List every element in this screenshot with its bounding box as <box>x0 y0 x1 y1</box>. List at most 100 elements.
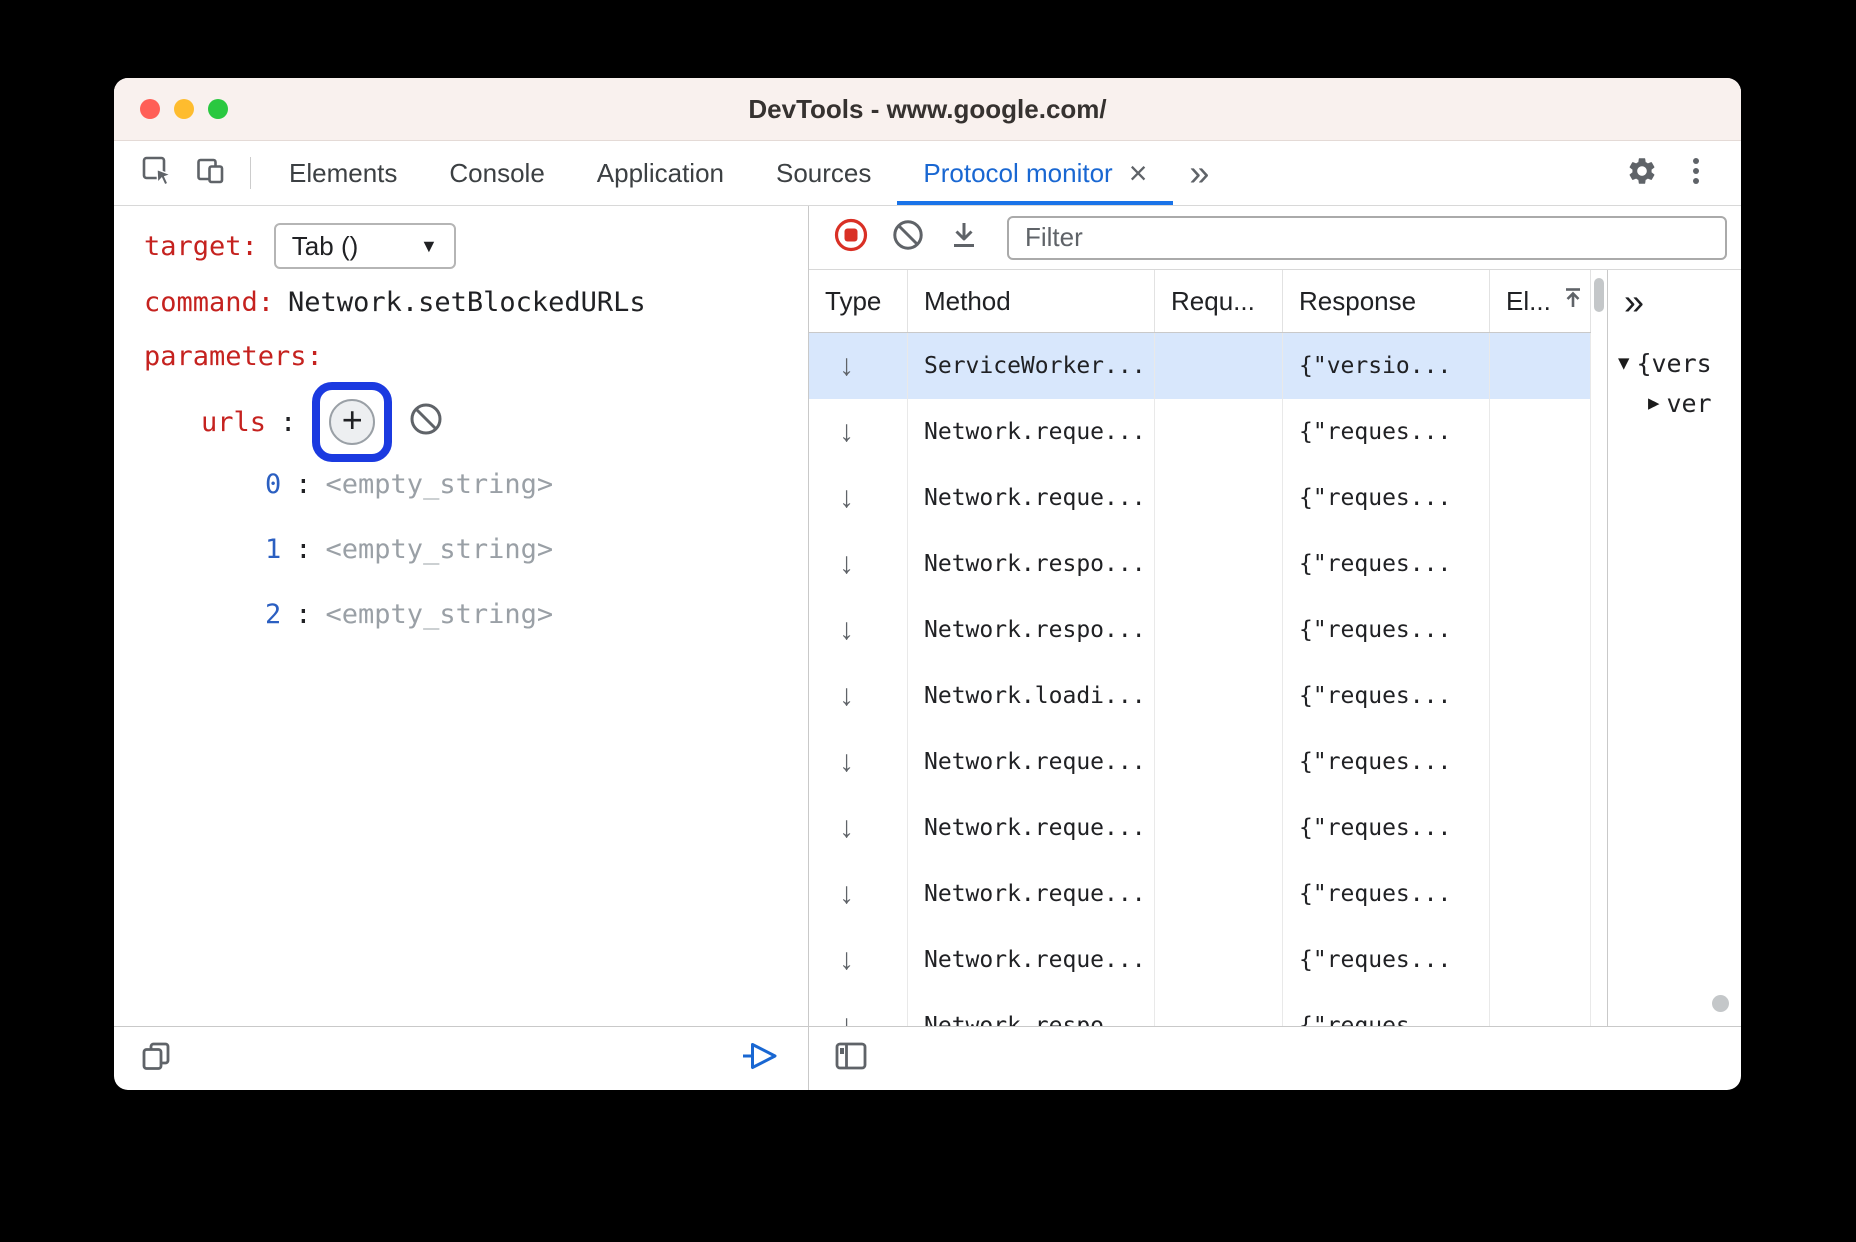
row-direction-icon: ↓ <box>809 993 908 1026</box>
row-elapsed <box>1490 333 1591 399</box>
row-response: {"reques... <box>1283 663 1490 729</box>
entry-value[interactable]: <empty_string> <box>326 469 554 500</box>
gear-icon <box>1626 155 1658 192</box>
row-request <box>1155 597 1283 663</box>
row-method: Network.loadi... <box>908 663 1155 729</box>
send-icon <box>740 1061 782 1078</box>
close-window-button[interactable] <box>140 99 160 119</box>
table-row[interactable]: ↓ Network.respo... {"reques... <box>809 993 1591 1026</box>
zoom-window-button[interactable] <box>208 99 228 119</box>
row-method: Network.reque... <box>908 795 1155 861</box>
sort-ascending-icon <box>1562 286 1584 317</box>
tab-console[interactable]: Console <box>423 141 570 205</box>
target-row: target: Tab () ▼ <box>144 222 792 270</box>
record-button[interactable] <box>833 217 869 258</box>
filter-input[interactable] <box>1007 216 1727 260</box>
protocol-monitor-pane: Type Method Requ... Response El... <box>809 206 1741 1090</box>
toggle-device-toolbar-button[interactable] <box>184 141 238 205</box>
column-header-type[interactable]: Type <box>809 270 908 332</box>
table-row[interactable]: ↓ Network.reque... {"reques... <box>809 399 1591 465</box>
urls-key-label: urls <box>201 407 266 438</box>
table-row[interactable]: ↓ Network.reque... {"reques... <box>809 927 1591 993</box>
table-row[interactable]: ↓ Network.respo... {"reques... <box>809 597 1591 663</box>
row-response: {"reques... <box>1283 729 1490 795</box>
main-menu-button[interactable] <box>1669 141 1723 205</box>
row-request <box>1155 333 1283 399</box>
delete-parameter-button[interactable] <box>408 401 444 444</box>
url-entry-row: 0 : <empty_string> <box>265 466 792 502</box>
scrollbar-thumb[interactable] <box>1594 278 1604 312</box>
table-row[interactable]: ↓ Network.reque... {"reques... <box>809 861 1591 927</box>
row-response: {"reques... <box>1283 465 1490 531</box>
urls-colon: : <box>280 407 296 438</box>
row-request <box>1155 795 1283 861</box>
plus-icon: + <box>342 402 363 438</box>
vertical-scrollbar[interactable] <box>1591 270 1607 1026</box>
command-row: command: Network.setBlockedURLs <box>144 284 792 320</box>
highlight-annotation: + <box>312 382 392 462</box>
expand-sidebar-button[interactable]: » <box>1608 270 1741 333</box>
download-icon <box>947 218 981 257</box>
command-value[interactable]: Network.setBlockedURLs <box>288 287 646 318</box>
entry-index: 1 <box>265 534 281 565</box>
tab-sources[interactable]: Sources <box>750 141 897 205</box>
entry-index: 2 <box>265 599 281 630</box>
table-row[interactable]: ↓ Network.reque... {"reques... <box>809 795 1591 861</box>
row-method: Network.reque... <box>908 927 1155 993</box>
grid-and-sidebar: Type Method Requ... Response El... <box>809 270 1741 1026</box>
more-tabs-button[interactable]: » <box>1173 141 1225 205</box>
row-method: Network.respo... <box>908 597 1155 663</box>
table-row[interactable]: ↓ Network.reque... {"reques... <box>809 729 1591 795</box>
inspect-cursor-icon <box>140 154 174 193</box>
grid-header-row: Type Method Requ... Response El... <box>809 270 1591 333</box>
entry-value[interactable]: <empty_string> <box>326 599 554 630</box>
row-elapsed <box>1490 465 1591 531</box>
tree-node-label: {vers <box>1636 349 1711 378</box>
close-tab-icon[interactable]: × <box>1129 157 1148 189</box>
row-response: {"reques... <box>1283 597 1490 663</box>
tab-application[interactable]: Application <box>571 141 750 205</box>
row-direction-icon: ↓ <box>809 399 908 465</box>
row-method: Network.reque... <box>908 399 1155 465</box>
toolbar-separator <box>250 157 251 189</box>
copy-command-button[interactable] <box>140 1040 172 1077</box>
devtools-tabbar: Elements Console Application Sources Pro… <box>114 141 1741 206</box>
entry-index: 0 <box>265 469 281 500</box>
minimize-window-button[interactable] <box>174 99 194 119</box>
add-url-button[interactable]: + <box>329 399 375 445</box>
table-row[interactable]: ↓ Network.reque... {"reques... <box>809 465 1591 531</box>
row-method: ServiceWorker... <box>908 333 1155 399</box>
column-header-request[interactable]: Requ... <box>1155 270 1283 332</box>
table-row[interactable]: ↓ Network.respo... {"reques... <box>809 531 1591 597</box>
tab-elements[interactable]: Elements <box>263 141 423 205</box>
row-elapsed <box>1490 729 1591 795</box>
column-header-response[interactable]: Response <box>1283 270 1490 332</box>
detail-sidebar: » ▼ {vers ▶ ver <box>1607 270 1741 1026</box>
column-header-elapsed[interactable]: El... <box>1490 270 1591 332</box>
inspect-element-button[interactable] <box>130 141 184 205</box>
table-row[interactable]: ↓ ServiceWorker... {"versio... <box>809 333 1591 399</box>
row-request <box>1155 465 1283 531</box>
tree-node-child[interactable]: ▶ ver <box>1648 383 1741 423</box>
row-method: Network.reque... <box>908 729 1155 795</box>
entry-colon: : <box>295 469 311 500</box>
row-request <box>1155 993 1283 1026</box>
row-response: {"versio... <box>1283 333 1490 399</box>
table-row[interactable]: ↓ Network.loadi... {"reques... <box>809 663 1591 729</box>
entry-value[interactable]: <empty_string> <box>326 534 554 565</box>
target-select[interactable]: Tab () ▼ <box>274 223 456 269</box>
urls-parameter-row: urls : + <box>201 380 792 464</box>
tree-node-root[interactable]: ▼ {vers <box>1618 343 1741 383</box>
clear-log-button[interactable] <box>891 218 925 257</box>
settings-button[interactable] <box>1615 141 1669 205</box>
save-log-button[interactable] <box>947 218 981 257</box>
url-entry-row: 2 : <empty_string> <box>265 596 792 632</box>
monitor-footer <box>809 1026 1741 1090</box>
toggle-sidebar-button[interactable] <box>833 1040 869 1077</box>
send-command-button[interactable] <box>740 1038 782 1079</box>
horizontal-scrollbar-thumb[interactable] <box>1712 995 1729 1012</box>
tab-protocol-monitor[interactable]: Protocol monitor × <box>897 141 1173 205</box>
column-header-method[interactable]: Method <box>908 270 1155 332</box>
row-direction-icon: ↓ <box>809 927 908 993</box>
monitor-toolbar <box>809 206 1741 270</box>
